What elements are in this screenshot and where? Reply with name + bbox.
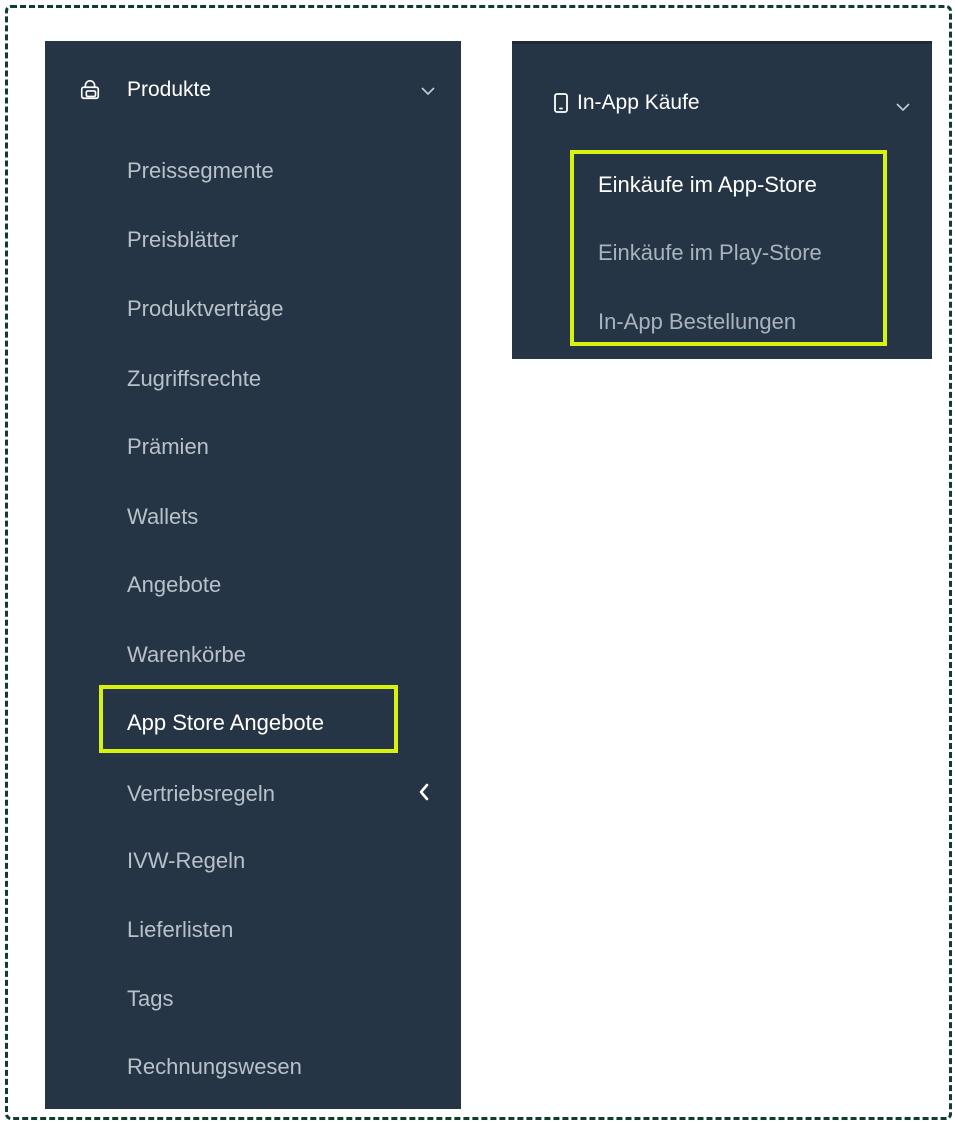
sidebar-item-zugriffsrechte[interactable]: Zugriffsrechte (127, 366, 261, 392)
shopping-bag-icon (80, 80, 100, 100)
sidebar-group-label: Produkte (127, 78, 212, 101)
sidebar-item-lieferlisten[interactable]: Lieferlisten (127, 917, 233, 943)
sidebar-item-produktvertraege[interactable]: Produktverträge (127, 296, 284, 322)
highlight-box-app-store-angebote (99, 685, 398, 753)
sidebar-item-vertriebsregeln[interactable]: Vertriebsregeln (127, 781, 275, 807)
sidebar-item-warenkoerbe[interactable]: Warenkörbe (127, 642, 246, 668)
sidebar-item-preisblaetter[interactable]: Preisblätter (127, 227, 238, 253)
submenu-group-label: In-App Käufe (577, 91, 700, 114)
sidebar-item-wallets[interactable]: Wallets (127, 504, 198, 530)
chevron-left-icon[interactable] (416, 782, 432, 802)
sidebar-item-rechnungswesen[interactable]: Rechnungswesen (127, 1054, 302, 1080)
chevron-down-icon[interactable] (419, 82, 437, 100)
submenu-group-in-app-kaeufe[interactable]: In-App Käufe (512, 78, 932, 128)
sidebar-item-tags[interactable]: Tags (127, 986, 173, 1012)
sidebar-item-praemien[interactable]: Prämien (127, 434, 209, 460)
sidebar-item-preissegmente[interactable]: Preissegmente (127, 158, 274, 184)
sidebar-group-produkte[interactable]: Produkte (45, 65, 461, 115)
highlight-box-in-app-submenu (570, 150, 887, 346)
sidebar-item-ivw-regeln[interactable]: IVW-Regeln (127, 848, 245, 874)
smartphone-icon (554, 93, 568, 113)
sidebar-panel: Produkte Preissegmente Preisblätter Prod… (45, 41, 461, 1109)
sidebar-item-angebote[interactable]: Angebote (127, 572, 221, 598)
chevron-down-icon[interactable] (894, 98, 912, 116)
